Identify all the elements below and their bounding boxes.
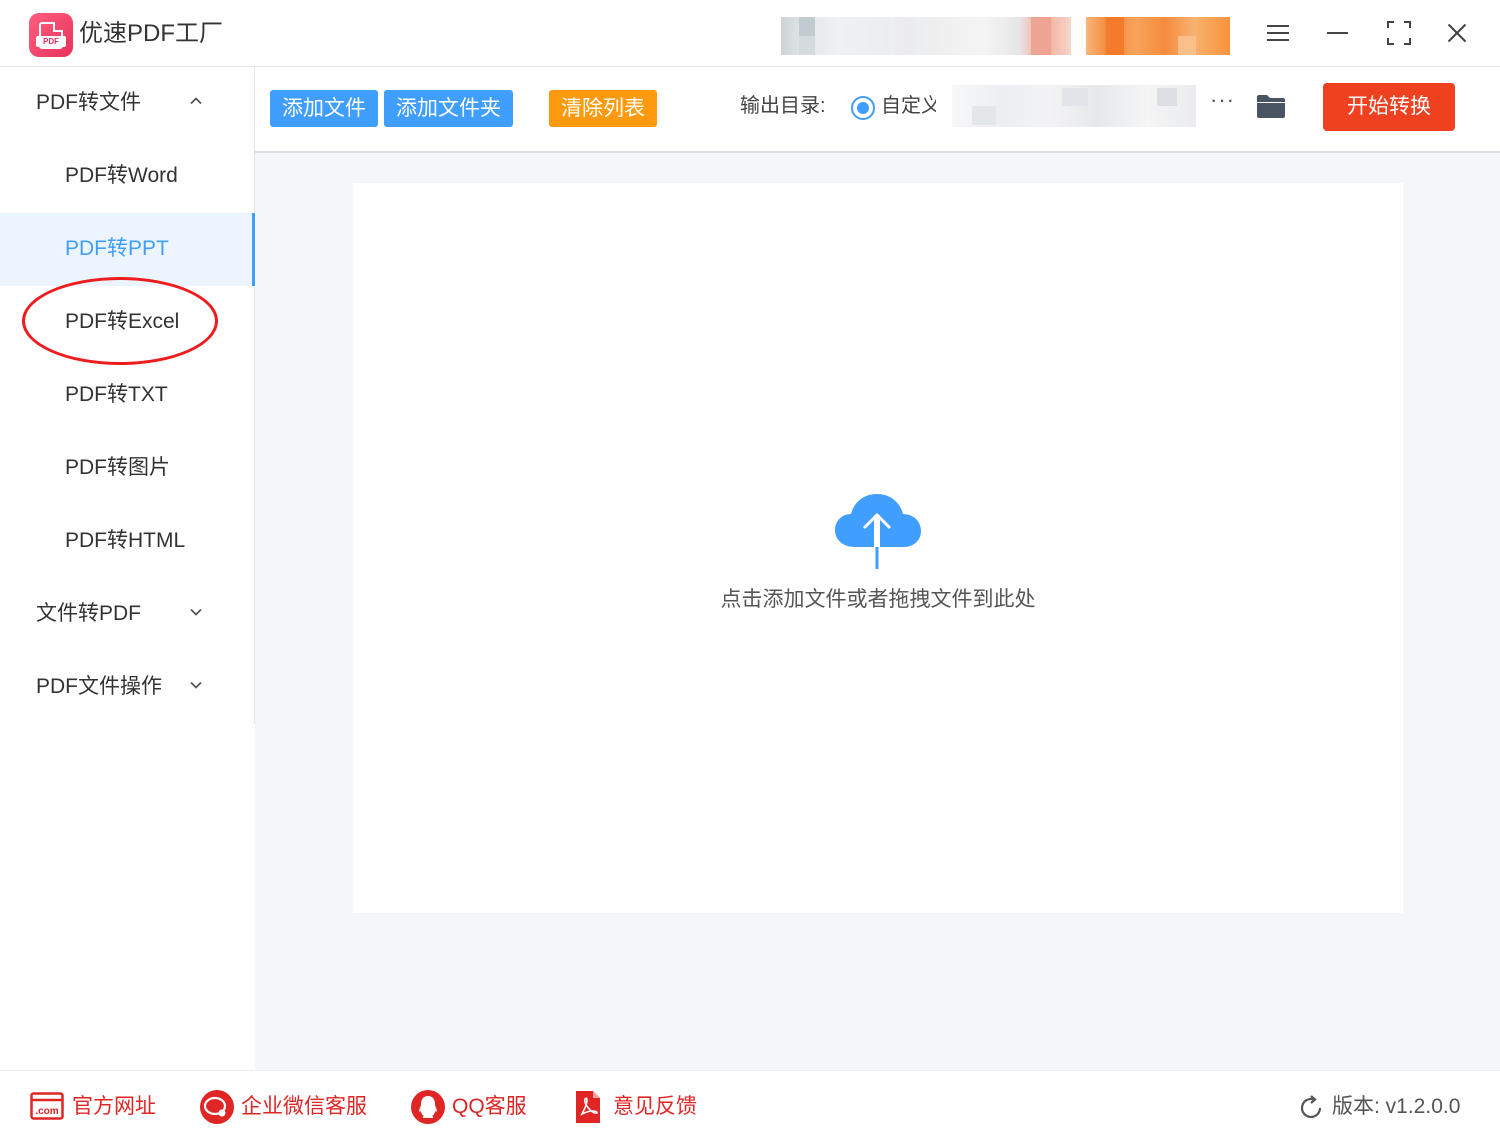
toolbar: 添加文件 添加文件夹 清除列表 输出目录: 自定义 ··· 开始转换 xyxy=(255,67,1500,153)
feedback-icon xyxy=(576,1091,600,1123)
website-label: 官方网址 xyxy=(72,1095,156,1118)
app-title: 优速PDF工厂 xyxy=(79,20,223,47)
sidebar-item-label: PDF转HTML xyxy=(65,529,186,552)
qq-service-label: QQ客服 xyxy=(452,1095,527,1118)
add-folder-button[interactable]: 添加文件夹 xyxy=(384,90,513,127)
browse-more-button[interactable]: ··· xyxy=(1210,87,1235,113)
wechat-service-link[interactable]: 企业微信客服 xyxy=(199,1089,374,1125)
start-convert-button[interactable]: 开始转换 xyxy=(1323,83,1455,131)
dropzone-hint: 点击添加文件或者拖拽文件到此处 xyxy=(720,588,1036,611)
chevron-down-icon xyxy=(190,608,202,616)
sidebar-item-label: PDF转Excel xyxy=(65,310,180,333)
blurred-account-info xyxy=(781,17,1071,55)
custom-output-radio[interactable] xyxy=(851,96,875,120)
maximize-icon[interactable] xyxy=(1384,18,1414,48)
version-label: 版本: v1.2.0.0 xyxy=(1332,1095,1461,1118)
website-icon: .com xyxy=(30,1092,64,1120)
svg-text:.com: .com xyxy=(35,1106,58,1117)
main-area: 点击添加文件或者拖拽文件到此处 xyxy=(255,153,1500,1070)
sidebar-group-label: PDF文件操作 xyxy=(36,675,162,698)
add-file-button[interactable]: 添加文件 xyxy=(270,90,378,127)
logo-tag: PDF xyxy=(36,36,66,47)
wechat-service-icon xyxy=(200,1090,234,1124)
website-link[interactable]: .com 官方网址 xyxy=(30,1089,160,1125)
sidebar-item-label: PDF转图片 xyxy=(65,456,170,479)
feedback-link[interactable]: 意见反馈 xyxy=(573,1089,703,1125)
feedback-label: 意见反馈 xyxy=(613,1095,697,1118)
output-directory-label: 输出目录: xyxy=(740,95,826,117)
sidebar-item-pdf-to-ppt[interactable]: PDF转PPT xyxy=(0,213,255,286)
refresh-icon[interactable] xyxy=(1298,1095,1324,1121)
sidebar-item-pdf-to-excel[interactable]: PDF转Excel xyxy=(0,286,255,359)
qq-icon xyxy=(411,1090,445,1124)
file-dropzone[interactable]: 点击添加文件或者拖拽文件到此处 xyxy=(353,183,1403,913)
app-logo-icon: PDF xyxy=(29,13,73,57)
sidebar: PDF转文件 PDF转Word PDF转PPT PDF转Excel PDF转TX… xyxy=(0,67,255,1070)
sidebar-group-label: 文件转PDF xyxy=(36,602,141,625)
blurred-badge xyxy=(1086,17,1230,55)
sidebar-group-label: PDF转文件 xyxy=(36,91,141,114)
sidebar-item-label: PDF转TXT xyxy=(65,383,168,406)
menu-icon[interactable] xyxy=(1264,18,1294,48)
clear-list-button[interactable]: 清除列表 xyxy=(549,90,657,127)
minimize-icon[interactable] xyxy=(1323,18,1353,48)
folder-icon[interactable] xyxy=(1256,94,1286,119)
title-bar: PDF 优速PDF工厂 xyxy=(0,0,1500,67)
sidebar-group-pdf-to-file[interactable]: PDF转文件 xyxy=(0,67,255,140)
cloud-upload-icon xyxy=(835,494,921,569)
close-icon[interactable] xyxy=(1443,18,1473,48)
custom-output-label[interactable]: 自定义 xyxy=(881,92,936,120)
sidebar-item-pdf-to-txt[interactable]: PDF转TXT xyxy=(0,359,255,432)
qq-service-link[interactable]: QQ客服 xyxy=(410,1089,535,1125)
chevron-down-icon xyxy=(190,681,202,689)
wechat-service-label: 企业微信客服 xyxy=(241,1095,367,1118)
footer: .com 官方网址 企业微信客服 QQ客服 意见反馈 版本: v1.2.0.0 xyxy=(0,1070,1500,1140)
sidebar-item-pdf-to-image[interactable]: PDF转图片 xyxy=(0,432,255,505)
sidebar-group-file-to-pdf[interactable]: 文件转PDF xyxy=(0,578,255,651)
sidebar-item-pdf-to-word[interactable]: PDF转Word xyxy=(0,140,255,213)
chevron-up-icon xyxy=(190,97,202,105)
sidebar-item-label: PDF转Word xyxy=(65,164,178,187)
sidebar-item-pdf-to-html[interactable]: PDF转HTML xyxy=(0,505,255,578)
sidebar-group-pdf-operations[interactable]: PDF文件操作 xyxy=(0,651,255,724)
sidebar-item-label: PDF转PPT xyxy=(65,237,169,260)
output-path-field[interactable] xyxy=(952,85,1196,127)
